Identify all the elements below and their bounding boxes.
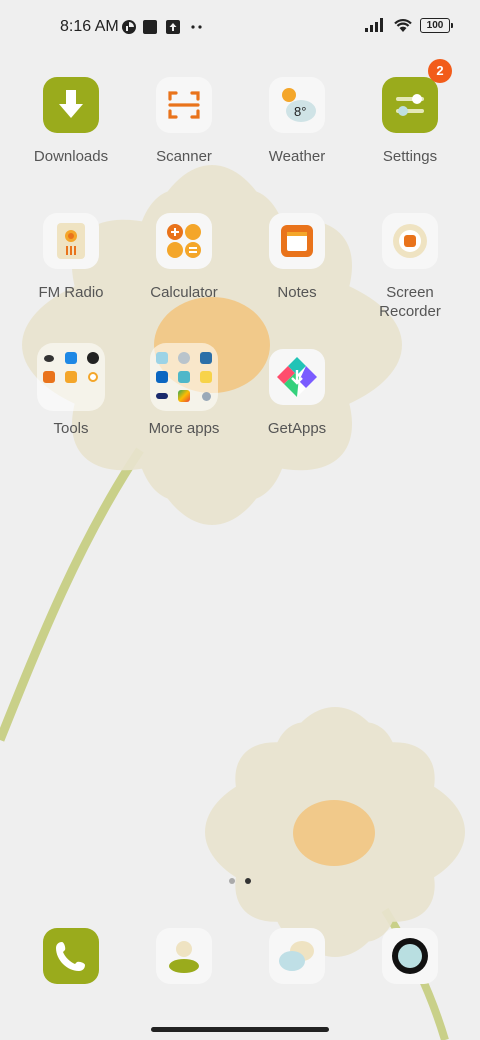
camera-icon bbox=[392, 938, 428, 974]
sun-cloud-icon: 8° bbox=[269, 77, 325, 133]
mini-app-icon bbox=[88, 372, 98, 382]
notes-icon bbox=[269, 213, 325, 269]
page-dot[interactable] bbox=[229, 878, 235, 884]
app-label: Downloads bbox=[33, 148, 109, 165]
mini-app-icon bbox=[65, 352, 77, 364]
page-indicator bbox=[0, 878, 480, 884]
scan-frame-icon bbox=[156, 77, 212, 133]
folder-icon bbox=[37, 343, 105, 411]
mini-app-icon bbox=[178, 371, 190, 383]
app-label: FM Radio bbox=[38, 284, 104, 301]
mini-app-icon bbox=[156, 371, 168, 383]
app-fm-radio[interactable]: FM Radio bbox=[15, 213, 127, 302]
home-gesture-bar[interactable] bbox=[151, 1027, 329, 1032]
app-label: Scanner bbox=[156, 148, 212, 165]
data-saver-icon bbox=[122, 20, 136, 34]
app-weather[interactable]: 8° Weather bbox=[241, 77, 353, 166]
mini-app-icon bbox=[200, 371, 212, 383]
contacts-icon bbox=[169, 941, 199, 973]
phone-icon bbox=[56, 942, 85, 971]
mini-app-icon bbox=[87, 352, 99, 364]
weather-temp: 8° bbox=[294, 104, 307, 119]
mini-app-icon bbox=[200, 352, 212, 364]
app-downloads[interactable]: Downloads bbox=[15, 77, 127, 166]
app-label: Tools bbox=[53, 420, 89, 437]
app-getapps[interactable]: GetApps bbox=[241, 349, 353, 438]
app-settings[interactable]: 2 Settings bbox=[354, 59, 466, 166]
mini-app-icon bbox=[178, 352, 190, 364]
messages-icon bbox=[279, 941, 314, 971]
app-calculator[interactable]: Calculator bbox=[128, 213, 240, 302]
more-dots-icon bbox=[191, 25, 202, 29]
signal-icon bbox=[365, 18, 383, 32]
wifi-icon bbox=[394, 19, 412, 32]
status-time: 8:16 AM bbox=[60, 18, 119, 35]
mini-app-icon bbox=[201, 391, 211, 401]
app-label: Weather bbox=[268, 148, 326, 165]
app-label: More apps bbox=[148, 420, 220, 437]
square-notification-icon bbox=[143, 20, 157, 34]
app-scanner[interactable]: Scanner bbox=[128, 77, 240, 166]
mini-app-icon bbox=[156, 352, 168, 364]
app-screen-recorder[interactable]: Screen Recorder bbox=[354, 213, 466, 321]
app-folder-tools[interactable]: Tools bbox=[15, 343, 127, 438]
mini-app-icon bbox=[44, 354, 54, 362]
battery-icon: 100 bbox=[420, 17, 453, 33]
dock-camera[interactable] bbox=[382, 928, 438, 984]
dock-contacts[interactable] bbox=[156, 928, 212, 984]
folder-icon bbox=[150, 343, 218, 411]
sliders-icon: 2 bbox=[382, 59, 452, 133]
app-label: Settings bbox=[382, 148, 438, 165]
record-icon bbox=[382, 213, 438, 269]
upload-notification-icon bbox=[166, 20, 180, 34]
calculator-icon bbox=[156, 213, 212, 269]
dock-messages[interactable] bbox=[269, 928, 325, 984]
app-label: Screen Recorder bbox=[379, 284, 441, 320]
mini-app-icon bbox=[156, 393, 168, 399]
page-dot-current[interactable] bbox=[245, 878, 251, 884]
dock-phone[interactable] bbox=[43, 928, 99, 984]
mini-app-icon bbox=[43, 371, 55, 383]
download-arrow-icon bbox=[43, 77, 99, 133]
notification-badge: 2 bbox=[428, 59, 452, 83]
app-label: GetApps bbox=[267, 420, 327, 437]
app-label: Notes bbox=[277, 284, 317, 301]
app-folder-more-apps[interactable]: More apps bbox=[128, 343, 240, 438]
mini-app-icon bbox=[65, 371, 77, 383]
app-label: Calculator bbox=[150, 284, 218, 301]
app-notes[interactable]: Notes bbox=[241, 213, 353, 302]
radio-icon bbox=[43, 213, 99, 269]
mini-app-icon bbox=[178, 390, 190, 402]
getapps-icon bbox=[269, 349, 325, 405]
status-bar: 8:16 AM 100 bbox=[0, 0, 480, 56]
